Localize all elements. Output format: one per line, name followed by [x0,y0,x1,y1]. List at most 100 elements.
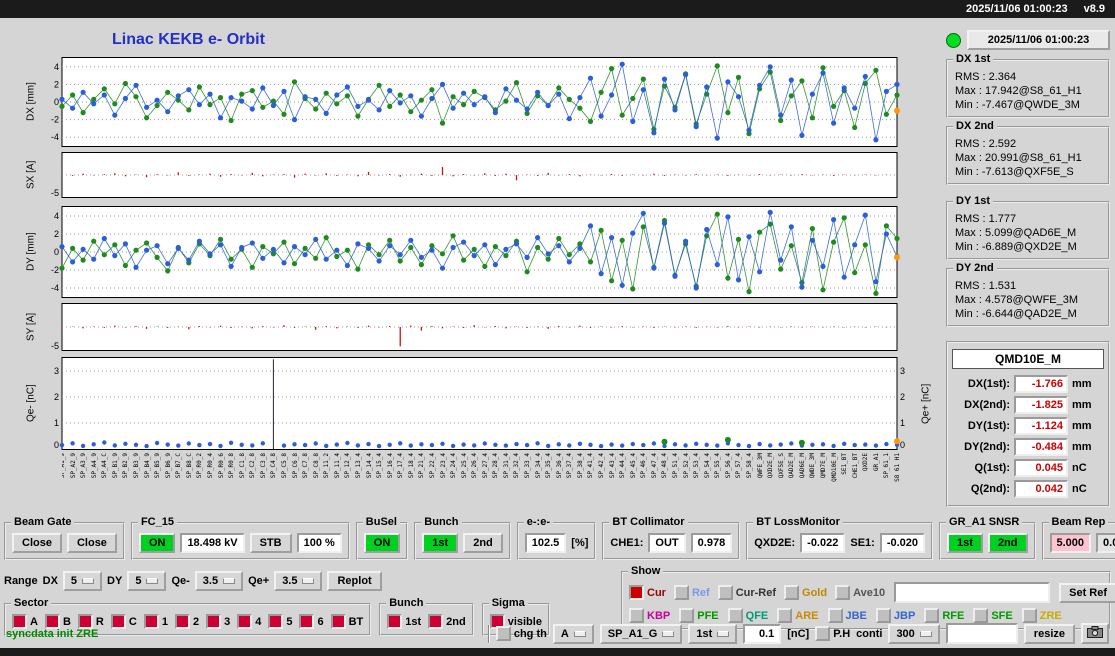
replot-button[interactable]: Replot [327,571,382,591]
che1-value-display: 0.978 [690,533,733,553]
ee-ratio-title: e-:e- [523,516,553,528]
monitor-row-value: 0.042 [1014,480,1068,498]
x-axis-label: SP_45_4 [629,453,637,479]
range-dy-label: DY [107,575,123,587]
checkbox-indicator [629,585,644,600]
monitor-row-value: -0.484 [1014,438,1068,456]
checkbox-label: Cur-Ref [735,586,777,599]
chg-th-checkbox[interactable]: chg th [495,626,547,641]
x-axis-label: SP_36_4 [555,453,563,479]
monitor-row-unit: nC [1072,483,1087,495]
gr-a1-2nd-button[interactable]: 2nd [987,533,1028,553]
beam-rep-group: Beam Rep 5.000 0.000 [Hz] 0.000 [%] [1041,516,1115,560]
x-axis-label: SP_56_4 [724,453,732,479]
gr-a1-snsr-group: GR_A1 SNSR 1st 2nd [939,516,1036,560]
x-axis-label: SP_47_4 [650,453,658,479]
interval-input[interactable] [945,623,1018,644]
checkbox-label: ZRE [1039,609,1062,622]
stats-box-title: DX 2nd [953,120,997,132]
right-stats-panel: 2025/11/06 01:00:23 DX 1st RMS : 2.364 Max… [946,30,1110,507]
x-axis-label: SP_13_4 [354,453,362,479]
sector-select-option[interactable]: A [552,623,594,644]
monitor-row-label: DY(1st): [967,420,1010,432]
se1-label: SE1: [850,537,875,549]
monitor-row-unit: mm [1072,399,1092,411]
busel-on-button[interactable]: ON [363,533,401,553]
svg-text:2: 2 [54,392,59,402]
x-axis-label: QXD2E_M [767,453,775,479]
reference-file-input[interactable] [894,582,1051,603]
option-menu-icon [223,578,236,584]
checkbox-indicator [495,626,511,641]
set-ref-button[interactable]: Set Ref [1059,582,1115,603]
checkbox-indicator [835,585,851,600]
gr-a1-1st-button[interactable]: 1st [947,533,983,553]
x-axis-label: SP_C3_8 [259,453,267,479]
bunch-select-option[interactable]: 1st [688,623,738,644]
status-message: syncdata init ZRE [6,627,99,640]
bunch-2nd-button[interactable]: 2nd [463,533,503,553]
monitor-row-unit: mm [1072,441,1092,453]
beam-gate-close-button-2[interactable]: Close [66,533,117,553]
screenshot-button[interactable] [1081,623,1109,644]
fc15-stb-button[interactable]: STB [249,533,292,553]
x-axis-label: SP_A4_9 [90,453,98,479]
x-axis-label: SP_46_4 [640,453,648,479]
x-axis-label: SP_58_4 [746,453,754,479]
checkbox-cur-ref[interactable]: Cur-Ref [717,585,777,600]
x-axis-label: SP_B1_9 [111,453,119,479]
checkbox-label: ARE [795,609,819,622]
range-dx-option[interactable]: 5 [62,571,103,591]
range-qep-option[interactable]: 3.5 [274,571,323,591]
x-axis-label: SP_C7_8 [302,453,310,479]
monitor-row-value: -1.124 [1014,417,1068,435]
resize-button[interactable]: resize [1023,623,1075,644]
rate-option[interactable]: 300 [888,623,940,644]
titlebar-datetime: 2025/11/06 01:00:23 [966,3,1068,15]
svg-text:-4: -4 [51,132,59,142]
stat-rms: RMS : 2.592 [955,138,1017,150]
bt-lossmonitor-title: BT LossMonitor [753,516,843,528]
orbit-statistics: DX 1st RMS : 2.364 Max : 17.942@S8_61_H1 Mi… [946,53,1110,327]
x-axis-label: SE1_BT [841,453,849,475]
checkbox-label: JBP [893,609,916,622]
status-bar: syncdata init ZRE chg th A SP_A1_G 1st 0… [0,621,1115,646]
ph-checkbox[interactable]: P.H [815,626,850,641]
x-axis-label: SP_43_4 [608,453,616,479]
checkbox-ave10[interactable]: Ave10 [835,585,885,600]
option-menu-icon [302,578,315,584]
bunch-1st-button[interactable]: 1st [422,533,459,553]
camera-icon [1087,626,1103,638]
range-dy-value: 5 [135,575,142,587]
checkbox-gold[interactable]: Gold [784,585,827,600]
fc15-on-button[interactable]: ON [138,533,176,553]
fc15-title: FC_15 [137,516,177,528]
range-qem-label: Qe- [171,575,190,587]
range-dy-option[interactable]: 5 [127,571,167,591]
x-axis-label: SP_44_4 [619,453,627,479]
x-axis-label: SP_C1_8 [238,453,246,479]
monitor-row-label: DY(2nd): [964,441,1010,453]
svg-text:3: 3 [900,366,905,376]
ee-ratio-unit: [%] [571,537,589,549]
dx-orbit-chart: 4 2 0 -2 -4 [44,57,900,152]
checkbox-ref[interactable]: Ref [673,585,710,600]
beam-gate-close-button-1[interactable]: Close [12,533,62,553]
conti-label: conti [856,627,883,640]
checkbox-cur[interactable]: Cur [629,585,666,600]
separator [487,624,490,643]
show-title: Show [628,565,664,577]
checkbox-label: SFE [991,609,1013,622]
stat-rms: RMS : 1.531 [955,280,1017,292]
monitor-row: Q(2nd): 0.042 nC [952,480,1104,498]
dy-axis-label: DY [mm] [25,232,37,272]
bpm-monitor-title[interactable]: QMD10E_M [952,349,1104,369]
range-qem-option[interactable]: 3.5 [194,571,244,591]
control-panel: Beam Gate Close Close FC_15 ON 18.498 kV… [4,516,1115,636]
bt-collimator-title: BT Collimator [609,516,688,528]
bpm-select-option[interactable]: SP_A1_G [599,623,683,644]
monitor-row: Q(1st): 0.045 nC [952,459,1104,477]
svg-text:0: 0 [54,440,59,450]
qxd2e-label: QXD2E: [754,537,796,549]
x-axis-label: SP_31_4 [502,453,510,479]
